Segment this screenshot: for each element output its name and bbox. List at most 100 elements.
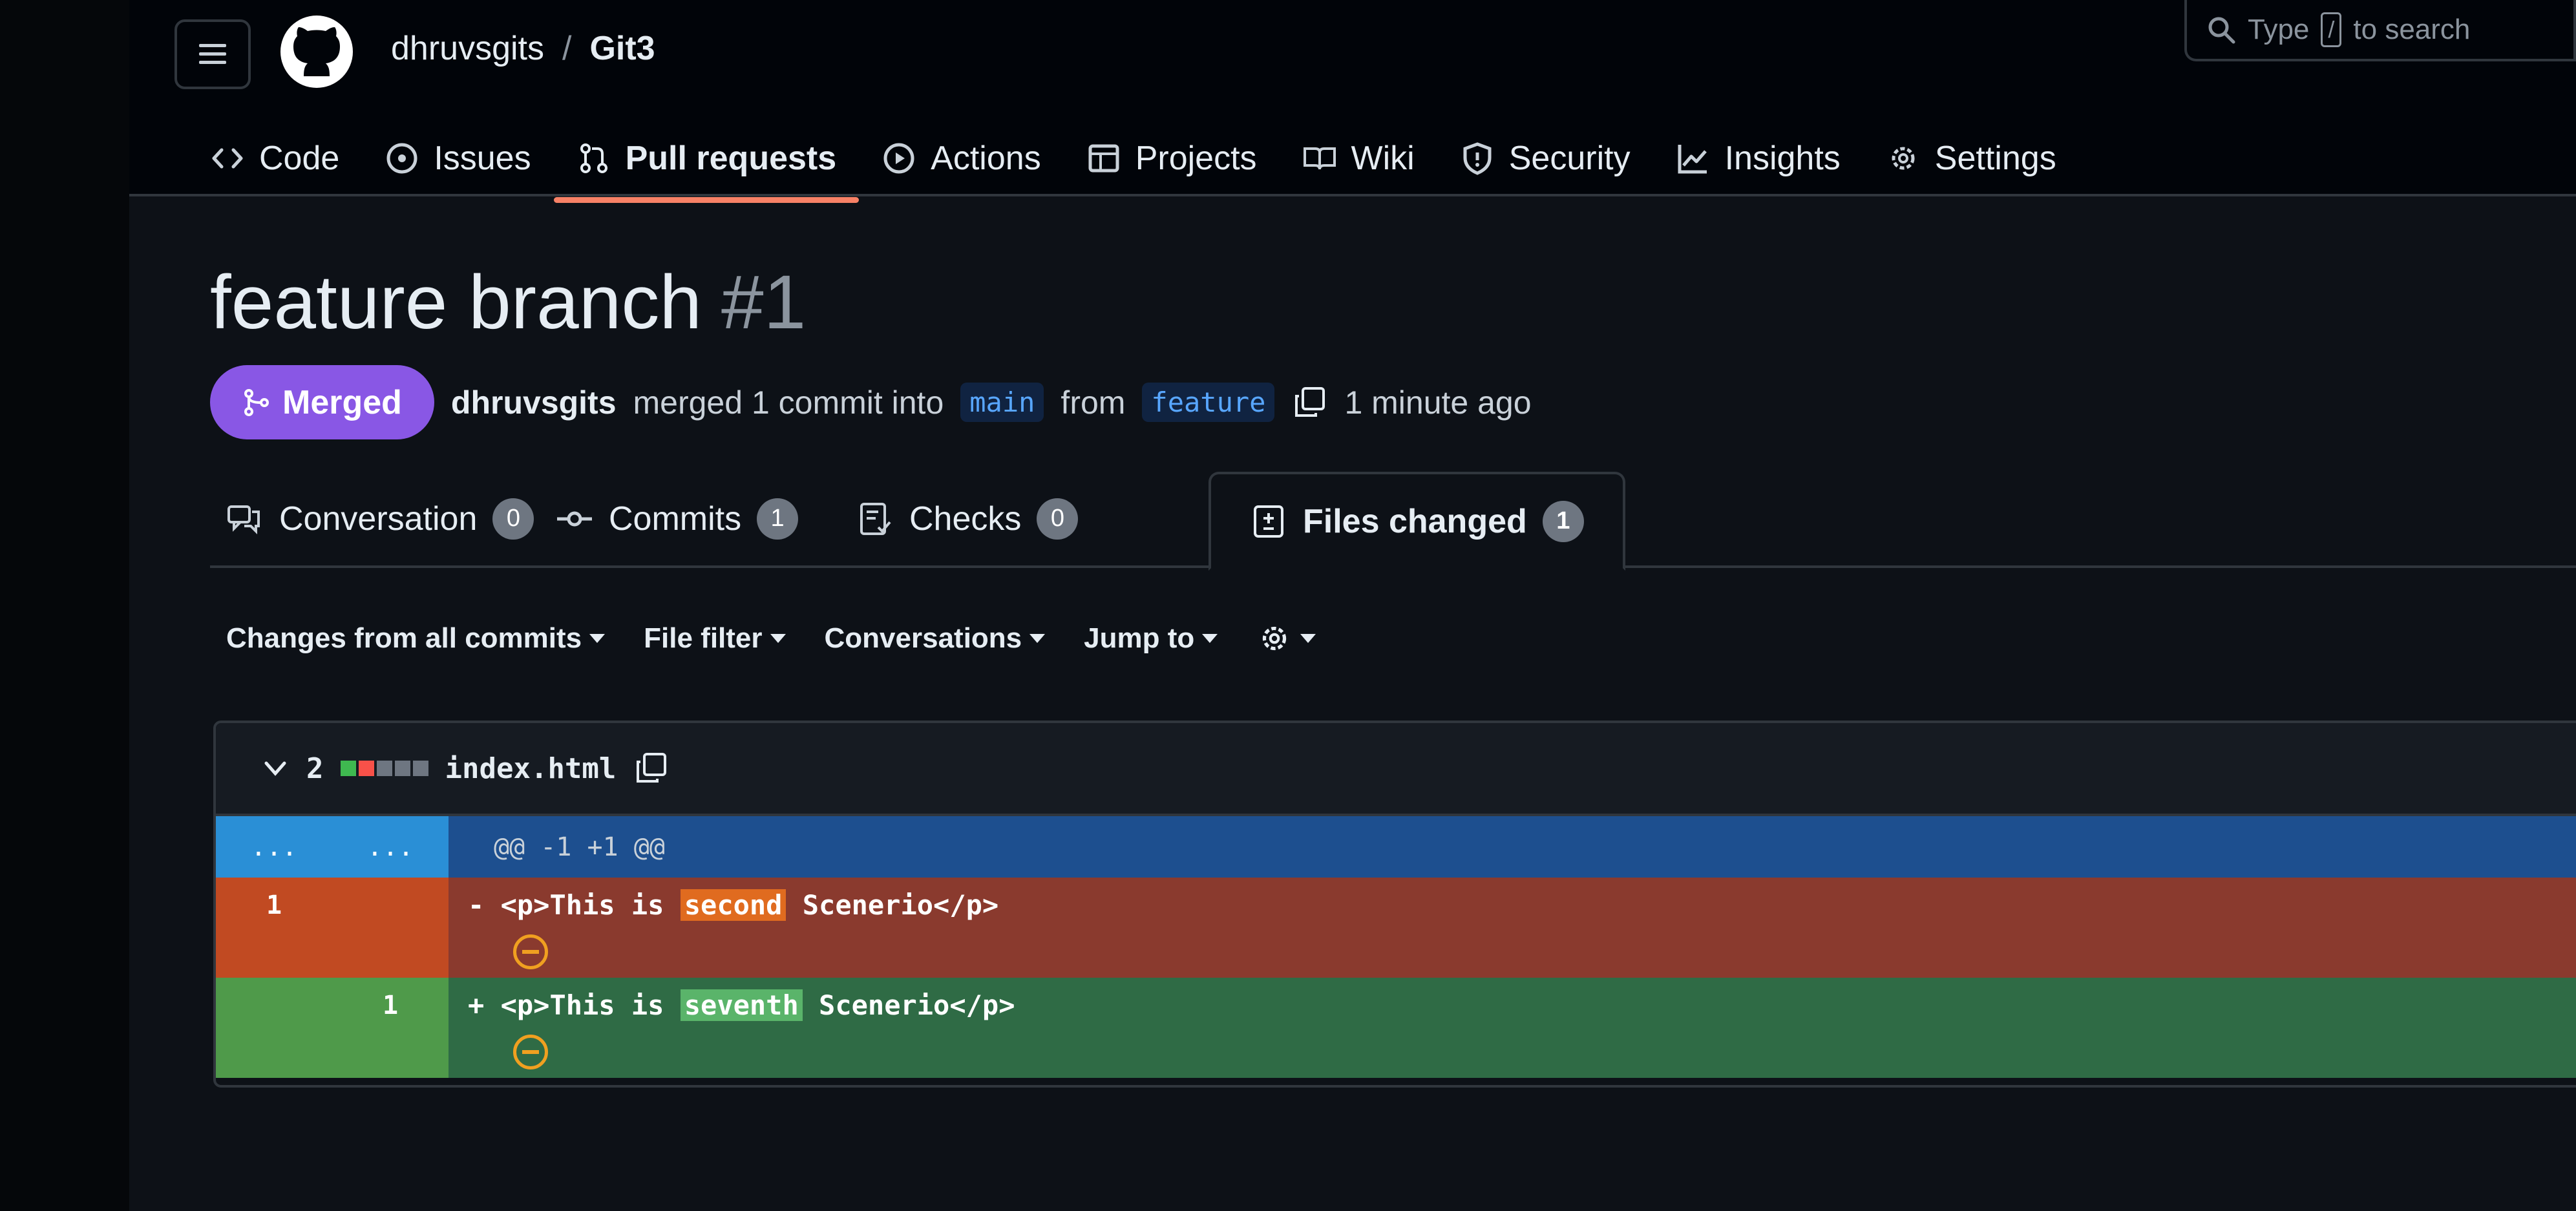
shield-icon [1463,142,1492,175]
pr-author[interactable]: dhruvsgits [451,384,617,421]
nav-projects[interactable]: Projects [1064,123,1280,194]
checklist-icon [860,502,891,535]
diffstat-added-square [340,761,356,776]
new-line-number-empty [332,878,449,978]
deleted-line: 1 - <p>This is second Scenerio</p> [216,878,2576,978]
comment-icon [227,505,260,534]
merged-badge: Merged [210,365,434,439]
tab-conversation-label: Conversation [279,500,478,538]
conversations-label: Conversations [824,622,1022,654]
nav-insights[interactable]: Insights [1653,123,1863,194]
tab-conversation[interactable]: Conversation 0 [226,472,534,565]
book-icon [1303,147,1336,170]
nav-settings[interactable]: Settings [1863,123,2079,194]
tab-files-changed-count: 1 [1542,500,1584,542]
merged-label: Merged [282,383,402,421]
jump-to-dropdown[interactable]: Jump to [1084,622,1218,655]
search-shortcut-key: / [2321,12,2342,47]
repo-link[interactable]: Git3 [589,29,655,68]
nav-pull-requests[interactable]: Pull requests [553,123,860,203]
tab-commits-label: Commits [609,500,742,538]
nav-security[interactable]: Security [1437,123,1653,194]
nav-actions[interactable]: Actions [859,123,1064,194]
nav-wiki[interactable]: Wiki [1280,123,1437,194]
tab-commits-count: 1 [757,498,799,540]
search-prefix: Type [2248,13,2310,45]
tab-checks[interactable]: Checks 0 [856,472,1079,565]
no-newline-icon [513,934,548,969]
diffstat-neutral-square [412,761,428,776]
nav-security-label: Security [1508,140,1631,177]
play-icon [883,143,914,174]
merge-icon [244,388,269,416]
added-text-after: Scenerio</p> [802,989,1015,1021]
nav-settings-label: Settings [1934,140,2056,177]
table-icon [1088,144,1119,173]
nav-insights-label: Insights [1724,140,1841,177]
tab-files-changed[interactable]: Files changed 1 [1209,472,1625,571]
diff-settings-dropdown[interactable] [1256,620,1316,657]
jump-to-label: Jump to [1084,622,1195,654]
hunk-expand-left[interactable]: ... [216,816,332,878]
diffstat-neutral-square [376,761,392,776]
added-text-before: <p>This is [500,989,681,1021]
deleted-text-before: <p>This is [500,889,681,921]
github-page: dhruvsgits / Git3 Type / to search Code … [129,0,2576,1211]
menu-button[interactable] [174,19,251,89]
nav-wiki-label: Wiki [1351,140,1415,177]
search-input[interactable]: Type / to search [2184,0,2576,61]
diff-change-count: 2 [306,752,324,785]
added-word-highlight: seventh [680,989,803,1021]
chevron-down-icon[interactable] [261,754,290,783]
repo-header: dhruvsgits / Git3 Type / to search Code … [129,0,2576,203]
nav-issues[interactable]: Issues [362,123,553,194]
hunk-expand-right[interactable]: ... [332,816,449,878]
deleted-sign: - [468,889,485,921]
caret-down-icon [1029,634,1046,643]
owner-link[interactable]: dhruvsgits [391,29,544,68]
caret-down-icon [1300,634,1316,643]
copy-icon[interactable] [1291,384,1327,421]
tab-commits[interactable]: Commits 1 [556,472,799,565]
conversations-dropdown[interactable]: Conversations [825,622,1046,655]
old-line-number[interactable]: 1 [216,878,332,978]
changes-dropdown[interactable]: Changes from all commits [226,622,606,655]
file-filter-dropdown[interactable]: File filter [644,622,786,655]
old-line-number-empty [216,978,332,1078]
nav-code[interactable]: Code [187,123,362,194]
pr-tabs: Conversation 0 Commits 1 Checks 0 Files … [210,472,2576,571]
nav-code-label: Code [259,140,340,177]
copy-icon[interactable] [633,750,669,786]
base-branch[interactable]: main [960,383,1044,422]
hunk-header-text: @@ -1 +1 @@ [494,832,665,862]
pr-action-text: merged 1 commit into [633,384,944,421]
gear-icon [1263,626,1287,651]
caret-down-icon [1202,634,1218,643]
screen-bezel [0,0,129,1211]
head-branch[interactable]: feature [1142,383,1275,422]
pr-time: 1 minute ago [1344,384,1532,421]
pr-from-text: from [1061,384,1126,421]
gear-icon [1892,147,1915,170]
file-filter-label: File filter [644,622,763,654]
pr-title: feature branch #1 [210,258,806,346]
new-line-number[interactable]: 1 [332,978,449,1078]
github-logo-icon[interactable] [278,13,355,90]
nav-issues-label: Issues [434,140,531,177]
commit-icon [557,511,592,526]
no-newline-icon [513,1035,548,1069]
file-header: 2 index.html [216,723,2576,816]
nav-pull-requests-label: Pull requests [625,140,837,177]
search-icon [2208,17,2235,43]
graph-icon [1678,145,1707,174]
repo-nav: Code Issues Pull requests Actions Projec… [187,123,2079,203]
tab-checks-count: 0 [1037,498,1079,540]
diffstat-bar [340,761,428,776]
breadcrumb-separator: / [562,30,572,67]
deleted-text-after: Scenerio</p> [786,889,999,921]
file-name[interactable]: index.html [445,752,617,785]
hamburger-icon [199,44,226,64]
tab-checks-label: Checks [909,500,1022,538]
deleted-word-highlight: second [680,889,787,921]
changes-dropdown-label: Changes from all commits [226,622,582,654]
